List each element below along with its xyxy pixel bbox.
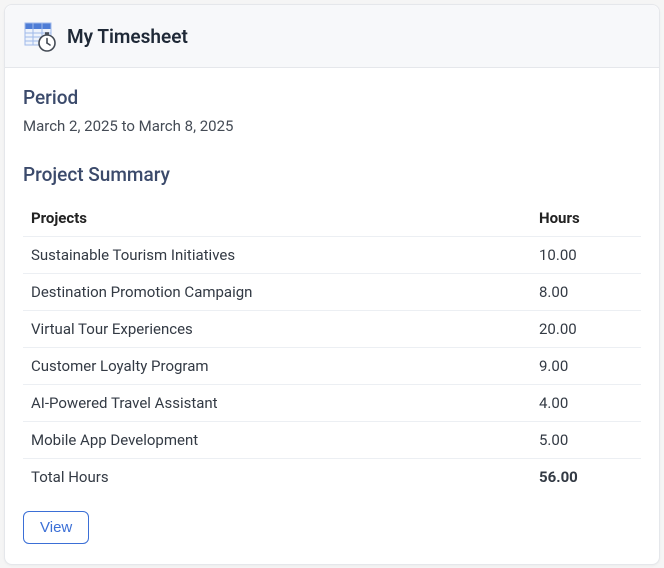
- table-row: Destination Promotion Campaign8.00: [23, 274, 641, 311]
- project-hours: 4.00: [531, 385, 641, 422]
- table-row: Virtual Tour Experiences20.00: [23, 311, 641, 348]
- card-header: My Timesheet: [5, 5, 659, 68]
- project-name: Mobile App Development: [23, 422, 531, 459]
- table-row: Mobile App Development5.00: [23, 422, 641, 459]
- view-button[interactable]: View: [23, 511, 89, 544]
- table-row: AI-Powered Travel Assistant4.00: [23, 385, 641, 422]
- total-hours: 56.00: [531, 459, 641, 496]
- project-hours: 8.00: [531, 274, 641, 311]
- project-name: Destination Promotion Campaign: [23, 274, 531, 311]
- card-body: Period March 2, 2025 to March 8, 2025 Pr…: [5, 68, 659, 564]
- timesheet-card: My Timesheet Period March 2, 2025 to Mar…: [4, 4, 660, 565]
- project-name: AI-Powered Travel Assistant: [23, 385, 531, 422]
- project-summary-table: Projects Hours Sustainable Tourism Initi…: [23, 200, 641, 495]
- project-summary-title: Project Summary: [23, 163, 641, 186]
- table-row: Sustainable Tourism Initiatives10.00: [23, 237, 641, 274]
- card-footer: View: [23, 495, 641, 544]
- project-hours: 10.00: [531, 237, 641, 274]
- card-title: My Timesheet: [67, 25, 188, 48]
- table-row: Customer Loyalty Program9.00: [23, 348, 641, 385]
- project-hours: 5.00: [531, 422, 641, 459]
- period-label: Period: [23, 86, 641, 109]
- total-label: Total Hours: [23, 459, 531, 496]
- column-header-hours: Hours: [531, 200, 641, 237]
- column-header-projects: Projects: [23, 200, 531, 237]
- project-hours: 9.00: [531, 348, 641, 385]
- timesheet-icon: [23, 19, 57, 53]
- project-name: Sustainable Tourism Initiatives: [23, 237, 531, 274]
- period-value: March 2, 2025 to March 8, 2025: [23, 117, 641, 135]
- project-hours: 20.00: [531, 311, 641, 348]
- project-name: Customer Loyalty Program: [23, 348, 531, 385]
- project-name: Virtual Tour Experiences: [23, 311, 531, 348]
